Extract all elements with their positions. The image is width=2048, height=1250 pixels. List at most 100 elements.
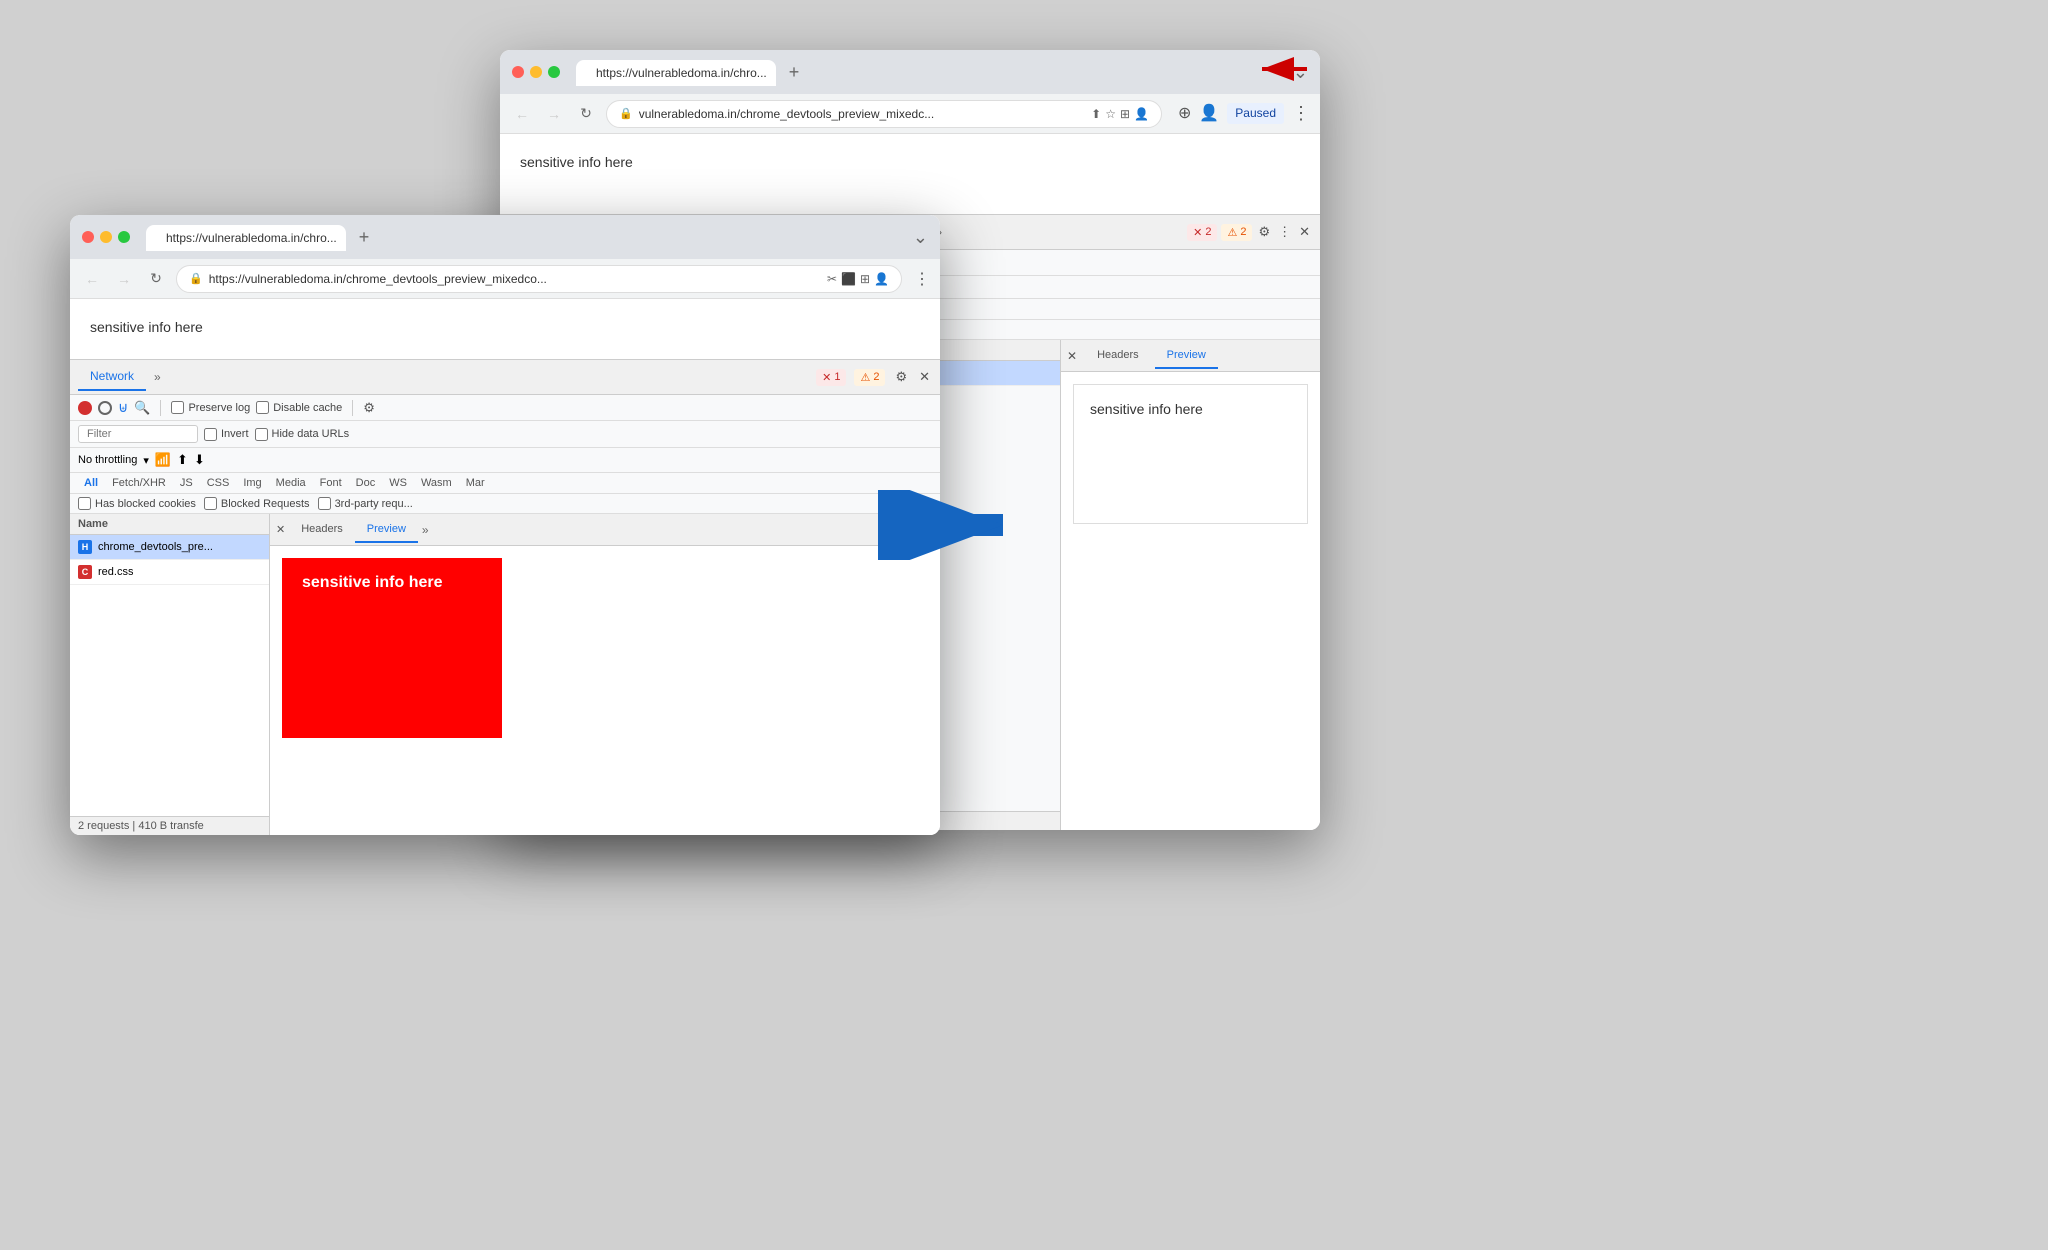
back-address-box[interactable]: 🔒 vulnerabledoma.in/chrome_devtools_prev… <box>606 100 1162 128</box>
front-address-box[interactable]: 🔒 https://vulnerabledoma.in/chrome_devto… <box>176 265 902 293</box>
back-nav-forward[interactable]: → <box>542 102 566 126</box>
front-dt-stop-btn[interactable] <box>98 401 112 415</box>
front-dt-hide-data[interactable]: Hide data URLs <box>255 428 350 441</box>
front-dt-type-ws[interactable]: WS <box>383 475 413 491</box>
back-maximize-button[interactable] <box>548 66 560 78</box>
back-active-tab[interactable]: https://vulnerabledoma.in/chro... ✕ <box>576 60 776 86</box>
back-dt-headers-tab[interactable]: Headers <box>1085 343 1151 369</box>
back-dt-close-icon[interactable]: ✕ <box>1297 222 1312 242</box>
front-bookmark-icon[interactable]: ⬛ <box>841 272 856 286</box>
front-dt-preserve-log[interactable]: Preserve log <box>171 401 250 414</box>
back-share-icon[interactable]: ⬆ <box>1091 107 1101 121</box>
front-dt-filter-icon[interactable]: ⊎ <box>118 399 128 416</box>
front-dt-preview-red-box: sensitive info here <box>282 558 502 738</box>
front-dt-divider2 <box>352 400 353 416</box>
back-new-tab-button[interactable]: + <box>780 58 808 86</box>
front-dt-3rd-party[interactable]: 3rd-party requ... <box>318 497 413 510</box>
back-tab-area: https://vulnerabledoma.in/chro... ✕ + <box>576 58 1285 86</box>
back-dt-close-panel[interactable]: ✕ <box>1067 349 1077 363</box>
front-dt-settings-icon[interactable]: ⚙ <box>893 367 909 387</box>
back-close-button[interactable] <box>512 66 524 78</box>
front-dt-headers-tab[interactable]: Headers <box>289 517 355 543</box>
back-dt-preview-tab[interactable]: Preview <box>1155 343 1218 369</box>
back-dt-more-icon[interactable]: ⋮ <box>1276 222 1293 242</box>
front-dt-type-img[interactable]: Img <box>237 475 267 491</box>
front-dt-tabs-bar: Network » ✕1 ⚠2 ⚙ ✕ <box>70 360 940 395</box>
front-devtools: Network » ✕1 ⚠2 ⚙ ✕ ⊎ 🔍 Preserve l <box>70 359 940 835</box>
back-star-icon[interactable]: ☆ <box>1105 107 1116 121</box>
front-tab-close[interactable]: ✕ <box>345 232 346 245</box>
front-close-button[interactable] <box>82 231 94 243</box>
front-dt-type-all[interactable]: All <box>78 475 104 491</box>
front-dt-throttle-arrow[interactable]: ▾ <box>143 454 149 467</box>
front-dt-divider <box>160 400 161 416</box>
front-dt-has-blocked-cookies[interactable]: Has blocked cookies <box>78 497 196 510</box>
front-new-tab-button[interactable]: + <box>350 223 378 251</box>
front-dt-close-icon[interactable]: ✕ <box>917 367 932 387</box>
front-dt-blocked-requests[interactable]: Blocked Requests <box>204 497 310 510</box>
front-dt-type-js[interactable]: JS <box>174 475 199 491</box>
back-preview-white-box: sensitive info here <box>1073 384 1308 524</box>
front-puzzle-icon[interactable]: ⊞ <box>860 272 870 286</box>
back-person-icon[interactable]: 👤 <box>1134 107 1149 121</box>
front-dt-preview-more[interactable]: » <box>422 523 429 537</box>
back-address-actions: ⬆ ☆ ⊞ 👤 <box>1091 107 1149 121</box>
front-dt-invert[interactable]: Invert <box>204 428 249 441</box>
front-req-name-2: red.css <box>98 566 133 578</box>
front-dt-request-list: Name H chrome_devtools_pre... C red.css … <box>70 514 270 835</box>
front-dt-settings-gear[interactable]: ⚙ <box>363 400 375 416</box>
back-puzzle-icon[interactable]: ⊞ <box>1120 107 1130 121</box>
front-menu-dots[interactable]: ⋮ <box>914 269 930 289</box>
front-nav-back[interactable]: ← <box>80 267 104 291</box>
back-nav-back[interactable]: ← <box>510 102 534 126</box>
front-dt-preview-text: sensitive info here <box>302 574 443 592</box>
back-dt-settings-icon[interactable]: ⚙ <box>1256 222 1272 242</box>
front-dt-record-btn[interactable] <box>78 401 92 415</box>
back-addressbar: ← → ↻ 🔒 vulnerabledoma.in/chrome_devtool… <box>500 94 1320 134</box>
front-dt-search-icon[interactable]: 🔍 <box>134 400 150 416</box>
front-dt-type-doc[interactable]: Doc <box>350 475 382 491</box>
front-dt-close-panel[interactable]: ✕ <box>276 523 285 536</box>
front-dt-type-media[interactable]: Media <box>270 475 312 491</box>
front-dt-download-icon[interactable]: ⬇ <box>194 452 205 468</box>
front-active-tab[interactable]: https://vulnerabledoma.in/chro... ✕ <box>146 225 346 251</box>
front-minimize-button[interactable] <box>100 231 112 243</box>
front-titlebar: https://vulnerabledoma.in/chro... ✕ + ⌄ <box>70 215 940 259</box>
back-dt-right-panel: ✕ Headers Preview <box>1060 340 1320 830</box>
front-dt-tab-more[interactable]: » <box>154 370 161 384</box>
back-minimize-button[interactable] <box>530 66 542 78</box>
front-dt-filter-input[interactable] <box>78 425 198 443</box>
front-dt-right-icons: ✕1 ⚠2 ⚙ ✕ <box>816 367 932 387</box>
front-maximize-button[interactable] <box>118 231 130 243</box>
back-dt-error-badge: ✕2 <box>1187 224 1217 241</box>
front-dt-type-mar[interactable]: Mar <box>460 475 491 491</box>
front-dt-type-css[interactable]: CSS <box>201 475 236 491</box>
front-dt-type-xhr[interactable]: Fetch/XHR <box>106 475 172 491</box>
back-menu-dots[interactable]: ⋮ <box>1292 103 1310 124</box>
back-profile-icon[interactable]: 👤 <box>1199 103 1219 124</box>
front-dt-type-wasm[interactable]: Wasm <box>415 475 458 491</box>
front-dt-type-font[interactable]: Font <box>314 475 348 491</box>
back-nav-refresh[interactable]: ↻ <box>574 102 598 126</box>
back-tab-close[interactable]: ✕ <box>775 67 776 80</box>
front-dt-tab-network[interactable]: Network <box>78 363 146 391</box>
front-cut-icon[interactable]: ✂ <box>827 272 837 286</box>
front-addressbar: ← → ↻ 🔒 https://vulnerabledoma.in/chrome… <box>70 259 940 299</box>
front-window-menu[interactable]: ⌄ <box>913 227 928 248</box>
front-person-icon[interactable]: 👤 <box>874 272 889 286</box>
back-paused-badge[interactable]: Paused <box>1227 103 1284 124</box>
front-lock-icon: 🔒 <box>189 272 203 285</box>
front-dt-disable-cache[interactable]: Disable cache <box>256 401 342 414</box>
front-dt-preview-tab[interactable]: Preview <box>355 517 418 543</box>
back-extensions-icon[interactable]: ⊕ <box>1178 103 1191 124</box>
front-nav-refresh[interactable]: ↻ <box>144 267 168 291</box>
front-dt-upload-icon[interactable]: ⬆ <box>177 452 188 468</box>
back-preview-sensitive-text: sensitive info here <box>1090 401 1203 417</box>
front-dt-wifi-icon[interactable]: 📶 <box>155 452 171 468</box>
front-dt-req-item-2[interactable]: C red.css <box>70 560 269 585</box>
front-nav-forward[interactable]: → <box>112 267 136 291</box>
front-page-content: sensitive info here <box>70 299 940 359</box>
back-tab-url: https://vulnerabledoma.in/chro... <box>596 66 767 80</box>
front-dt-req-item-1[interactable]: H chrome_devtools_pre... <box>70 535 269 560</box>
back-dt-right-tabs: ✕ Headers Preview <box>1061 340 1320 372</box>
